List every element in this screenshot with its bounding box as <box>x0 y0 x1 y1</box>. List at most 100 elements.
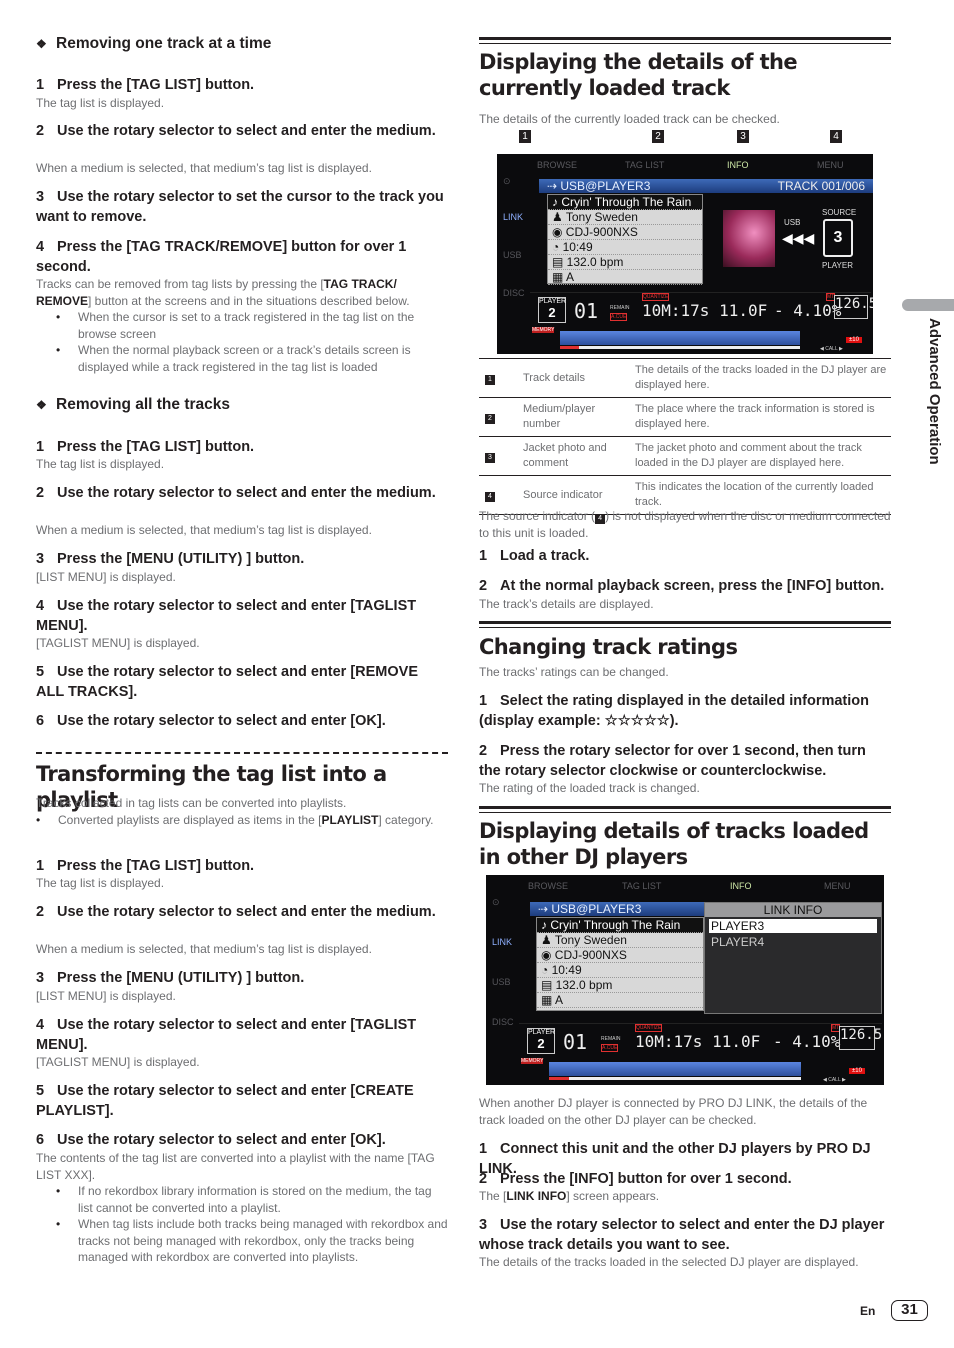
memory-label: MEMORY <box>532 327 555 333</box>
detail-row-bpm: ▤ 132.0 bpm <box>537 978 703 993</box>
screen-tab-menu: MENU <box>817 160 844 170</box>
track-details-list: ♪ Cryin' Through The Rain ♟ Tony Sweden … <box>536 917 704 1011</box>
memory-label: MEMORY <box>521 1058 544 1064</box>
remain-label: REMAIN <box>610 305 630 311</box>
player-label: PLAYER <box>822 261 853 270</box>
tempo-range-label: ±10 <box>849 1068 865 1074</box>
step: 2 At the normal playback screen, press th… <box>479 578 885 594</box>
auto-cue-label: A.CUE <box>610 313 628 321</box>
step: 1 Press the [TAG LIST] button. <box>36 439 255 455</box>
section-intro: The tracks’ ratings can be changed. <box>479 665 669 679</box>
table-desc: The jacket photo and comment about the t… <box>635 436 891 476</box>
screen-side-disc: DISC <box>492 1017 514 1027</box>
table-row: 3 Jacket photo and comment The jacket phot… <box>479 436 891 476</box>
step-note: The tag list is displayed. <box>36 96 165 110</box>
call-label: ◀ CALL ▶ <box>820 346 843 352</box>
section-intro: When another DJ player is connected by P… <box>479 1096 868 1127</box>
call-label: ◀ CALL ▶ <box>823 1077 846 1083</box>
source-label: SOURCE <box>822 208 857 217</box>
step: 5 Use the rotary selector to select and e… <box>36 1083 414 1119</box>
detail-row-artist: ♟ Tony Sweden <box>548 210 702 225</box>
detail-row-bpm: ▤ 132.0 bpm <box>548 255 702 270</box>
screen-header: ⇢ USB@PLAYER3 TRACK 001/006 <box>539 179 873 193</box>
player-info-screen: BROWSE TAG LIST INFO MENU ⊙ LINK USB DIS… <box>497 154 873 354</box>
step-note: The track’s details are displayed. <box>479 597 654 611</box>
section-rule <box>479 806 891 813</box>
diamond-bullet-icon: ❖ <box>36 37 47 51</box>
screen-side-disc: DISC <box>503 288 525 298</box>
screen-tab-browse: BROWSE <box>537 160 578 170</box>
playback-status-bar: PLAYER 2 01 REMAIN A.CUE QUANTIZE 10M:17s… <box>519 1023 882 1083</box>
link-player-item-selected[interactable]: PLAYER3 <box>709 919 877 933</box>
detail-row-key: ▦ A <box>548 270 702 285</box>
screen-tab-taglist: TAG LIST <box>625 160 665 170</box>
arrow-left-icon: ◀◀◀ <box>782 230 815 246</box>
table-badge: 2 <box>485 413 495 424</box>
step-note: Tracks can be removed from tag lists by … <box>36 277 410 308</box>
step-note: [TAGLIST MENU] is displayed. <box>36 636 200 650</box>
step: 3 Use the rotary selector to select and e… <box>479 1217 885 1253</box>
screen-link-icon: ⊙ <box>503 176 511 186</box>
detail-row-title: ♪ Cryin' Through The Rain <box>548 195 702 210</box>
screen-link-icon: ⊙ <box>492 897 500 907</box>
screen-header: ⇢ USB@PLAYER3 <box>530 902 704 916</box>
usb-label: USB <box>784 218 801 227</box>
track-details-list: ♪ Cryin' Through The Rain ♟ Tony Sweden … <box>547 194 703 285</box>
detail-row-time: ◔ 10:49 <box>537 963 703 978</box>
step: 2 Use the rotary selector to select and e… <box>36 123 436 139</box>
screen-side-usb: USB <box>492 977 511 987</box>
callout-2: 2 <box>652 130 664 143</box>
callout-1: 1 <box>519 130 531 143</box>
progress-bar <box>549 1077 801 1080</box>
step: 6 Use the rotary selector to select and e… <box>36 1132 386 1148</box>
remain-label: REMAIN <box>601 1036 621 1042</box>
step: 1 Press the [TAG LIST] button. <box>36 858 255 874</box>
bullet-item: When tag lists include both tracks being… <box>56 1216 448 1266</box>
screen-side-link: LINK <box>492 937 513 947</box>
player-source-icon: 3 <box>823 219 853 257</box>
step: 5 Use the rotary selector to select and e… <box>36 664 418 700</box>
bullet-item: When the cursor is set to a track regist… <box>56 309 448 342</box>
link-info-title: LINK INFO <box>705 903 881 917</box>
track-number: 01 <box>574 299 599 323</box>
bpm-display: 126.5 <box>839 1026 882 1050</box>
tempo-display: - 4.10% <box>773 1032 841 1051</box>
callout-4: 4 <box>830 130 842 143</box>
screen-tab-info: INFO <box>727 160 749 170</box>
step: 3 Press the [MENU (UTILITY) ] button. <box>36 551 305 567</box>
source-note: The source indicator (4) is not displaye… <box>479 509 891 540</box>
step: 3 Press the [MENU (UTILITY) ] button. <box>36 970 305 986</box>
step-note: [TAGLIST MENU] is displayed. <box>36 1055 200 1069</box>
step: 3 Use the rotary selector to set the curs… <box>36 189 444 225</box>
step: 4 Use the rotary selector to select and e… <box>36 598 417 634</box>
step: 2 Press the [INFO] button for over 1 seco… <box>479 1171 792 1187</box>
detail-row-time: ◔ 10:49 <box>548 240 702 255</box>
detail-row-title: ♪ Cryin' Through The Rain <box>537 918 703 933</box>
diamond-bullet-icon: ❖ <box>36 398 47 412</box>
step: 1 Press the [TAG LIST] button. <box>36 77 255 93</box>
table-desc: The details of the tracks loaded in the … <box>635 358 891 398</box>
progress-bar <box>560 346 800 349</box>
table-item: Jacket photo and comment <box>523 436 635 476</box>
tempo-range-label: ±10 <box>846 337 862 343</box>
step: 1 Load a track. <box>479 548 590 564</box>
step-note: The details of the tracks loaded in the … <box>479 1255 859 1269</box>
step: 2 Press the rotary selector for over 1 se… <box>479 743 866 779</box>
step: 4 Press the [TAG TRACK/REMOVE] button for… <box>36 239 407 275</box>
step-note: When a medium is selected, that medium’s… <box>36 523 372 537</box>
track-number: 01 <box>563 1030 588 1054</box>
subheading-remove-one: ❖ Removing one track at a time <box>36 35 272 52</box>
step-note: When a medium is selected, that medium’s… <box>36 942 372 956</box>
table-item: Track details <box>523 358 635 398</box>
table-row: 1 Track details The details of the tracks … <box>479 358 891 398</box>
table-row: 2 Medium/player number The place where the… <box>479 397 891 437</box>
step-note: The tag list is displayed. <box>36 457 165 471</box>
chapter-label: Advanced Operation <box>926 318 943 465</box>
player-number-box: PLAYER 2 <box>527 1028 555 1054</box>
time-display: 10M:17s 11.0F <box>642 301 768 320</box>
step-note: The contents of the tag list are convert… <box>36 1151 435 1182</box>
link-player-item[interactable]: PLAYER4 <box>709 935 877 949</box>
player-number-box: PLAYER 2 <box>538 297 566 323</box>
detail-row-artist: ♟ Tony Sweden <box>537 933 703 948</box>
waveform <box>549 1062 801 1076</box>
